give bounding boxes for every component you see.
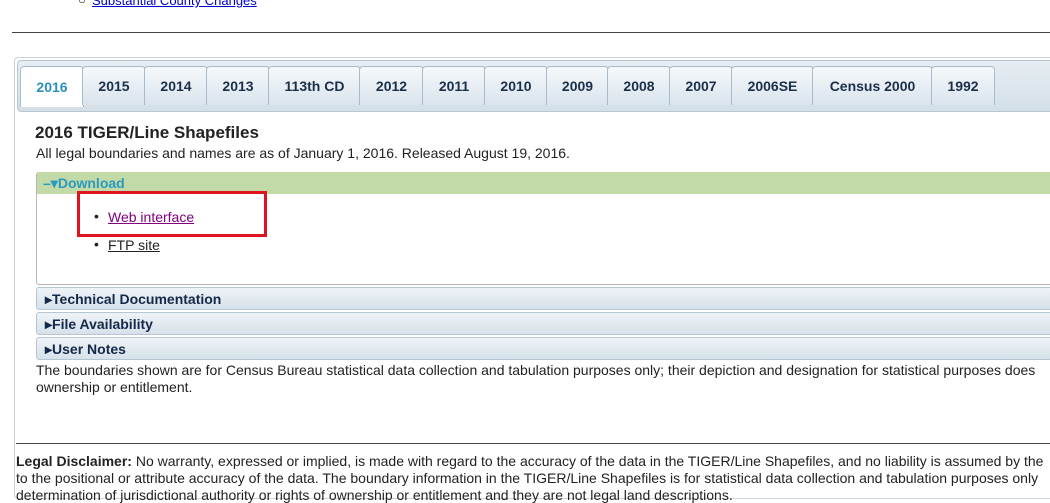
disclaimer-line: to the positional or attribute accuracy … [16, 470, 1039, 486]
user-notes-header[interactable]: ▸User Notes [36, 337, 1050, 360]
technical-documentation-header[interactable]: ▸Technical Documentation [36, 287, 1050, 310]
divider [12, 32, 1050, 33]
tab-2016[interactable]: 2016 [20, 66, 84, 107]
expand-icon: ▸ [45, 341, 53, 357]
divider [16, 443, 1050, 444]
tab-2008[interactable]: 2008 [607, 66, 671, 105]
expand-icon: ▸ [45, 316, 53, 332]
tab-2014[interactable]: 2014 [144, 66, 208, 105]
tab-2013[interactable]: 2013 [206, 66, 270, 105]
disclaimer-label: Legal Disclaimer: [16, 453, 132, 469]
page-title: 2016 TIGER/Line Shapefiles [35, 123, 259, 142]
tab-census-2000[interactable]: Census 2000 [812, 66, 933, 105]
tab-113th-cd[interactable]: 113th CD [268, 66, 361, 105]
bullet: • [94, 236, 99, 252]
section-label: User Notes [52, 341, 126, 357]
boundary-note-line: ownership or entitlement. [36, 379, 193, 395]
tab-2009[interactable]: 2009 [546, 66, 609, 105]
tab-2015[interactable]: 2015 [82, 66, 146, 105]
highlight-box [77, 191, 267, 237]
ftp-site-link[interactable]: FTP site [108, 237, 160, 253]
tab-1992[interactable]: 1992 [931, 66, 995, 105]
tab-2006se[interactable]: 2006SE [731, 66, 814, 105]
substantial-county-changes-link[interactable]: Substantial County Changes [92, 0, 257, 8]
sub-bullet: ○ [78, 0, 86, 7]
download-label: Download [57, 175, 125, 191]
disclaimer-line: determination of jurisdictional authorit… [16, 487, 733, 503]
disclaimer-line: No warranty, expressed or implied, is ma… [135, 453, 1044, 469]
tab-2007[interactable]: 2007 [669, 66, 733, 105]
tab-2012[interactable]: 2012 [359, 66, 424, 105]
boundary-note-line: The boundaries shown are for Census Bure… [36, 362, 1036, 378]
release-info: All legal boundaries and names are as of… [36, 145, 570, 161]
section-label: Technical Documentation [52, 291, 222, 307]
tab-2011[interactable]: 2011 [422, 66, 486, 105]
section-label: File Availability [52, 316, 153, 332]
tab-2010[interactable]: 2010 [484, 66, 548, 105]
file-availability-header[interactable]: ▸File Availability [36, 312, 1050, 335]
expand-icon: ▸ [45, 291, 53, 307]
collapse-icon: –▾ [43, 175, 58, 191]
